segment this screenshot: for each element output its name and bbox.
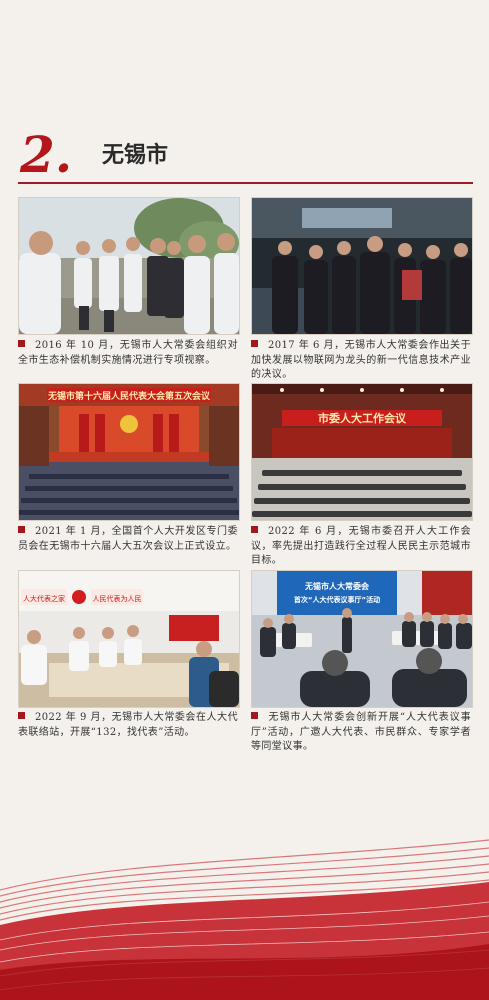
screen-line-1: 无锡市人大常委会	[304, 581, 369, 591]
photo-work-meeting: 市委人大工作会议	[251, 383, 473, 521]
decorative-wave-footer	[0, 839, 489, 1000]
screen-line-2: 首次“人大代表议事厅”活动	[294, 595, 380, 604]
photo-caption: 2022 年 6 月，无锡市委召开人大工作会议，率先提出打造践行全过程人民民主示…	[251, 526, 471, 566]
photo-congress-hall: 无锡市第十六届人民代表大会第五次会议	[18, 383, 240, 521]
hall-banner-text: 无锡市第十六届人民代表大会第五次会议	[47, 390, 211, 402]
bullet-square-icon	[18, 526, 25, 533]
photo-caption: 2017 年 6 月，无锡市人大常委会作出关于加快发展以物联网为龙头的新一代信息…	[251, 340, 471, 380]
bullet-square-icon	[18, 340, 25, 347]
photo-caption: 2016 年 10 月，无锡市人大常委会组织对全市生态补偿机制实施情况进行专项视…	[18, 340, 238, 366]
bullet-square-icon	[251, 712, 258, 719]
photo-caption: 无锡市人大常委会创新开展“人大代表议事厅”活动，广邀人大代表、市民群众、专家学者…	[251, 712, 471, 752]
section-divider	[18, 182, 473, 184]
wall-sign-right: 人民代表为人民	[93, 594, 142, 603]
photo-caption: 2022 年 9 月，无锡市人大常委会在人大代表联络站，开展“132，找代表”活…	[18, 712, 238, 738]
photo-deliberation-hall: 无锡市人大常委会 首次“人大代表议事厅”活动	[251, 570, 473, 708]
photo-liaison-station: 人大代表之家 人民代表为人民	[18, 570, 240, 708]
photo-inspection	[18, 197, 240, 335]
photo-tech-exhibition	[251, 197, 473, 335]
section-header: 2. 无锡市	[18, 128, 473, 188]
section-title: 无锡市	[102, 143, 169, 168]
bullet-square-icon	[18, 712, 25, 719]
photo-caption: 2021 年 1 月，全国首个人大开发区专门委员会在无锡市十六届人大五次会议上正…	[18, 526, 238, 552]
bullet-square-icon	[251, 526, 258, 533]
section-number: 2.	[20, 125, 73, 184]
bullet-square-icon	[251, 340, 258, 347]
wall-sign-left: 人大代表之家	[23, 594, 65, 603]
meeting-banner-text: 市委人大工作会议	[318, 411, 407, 425]
